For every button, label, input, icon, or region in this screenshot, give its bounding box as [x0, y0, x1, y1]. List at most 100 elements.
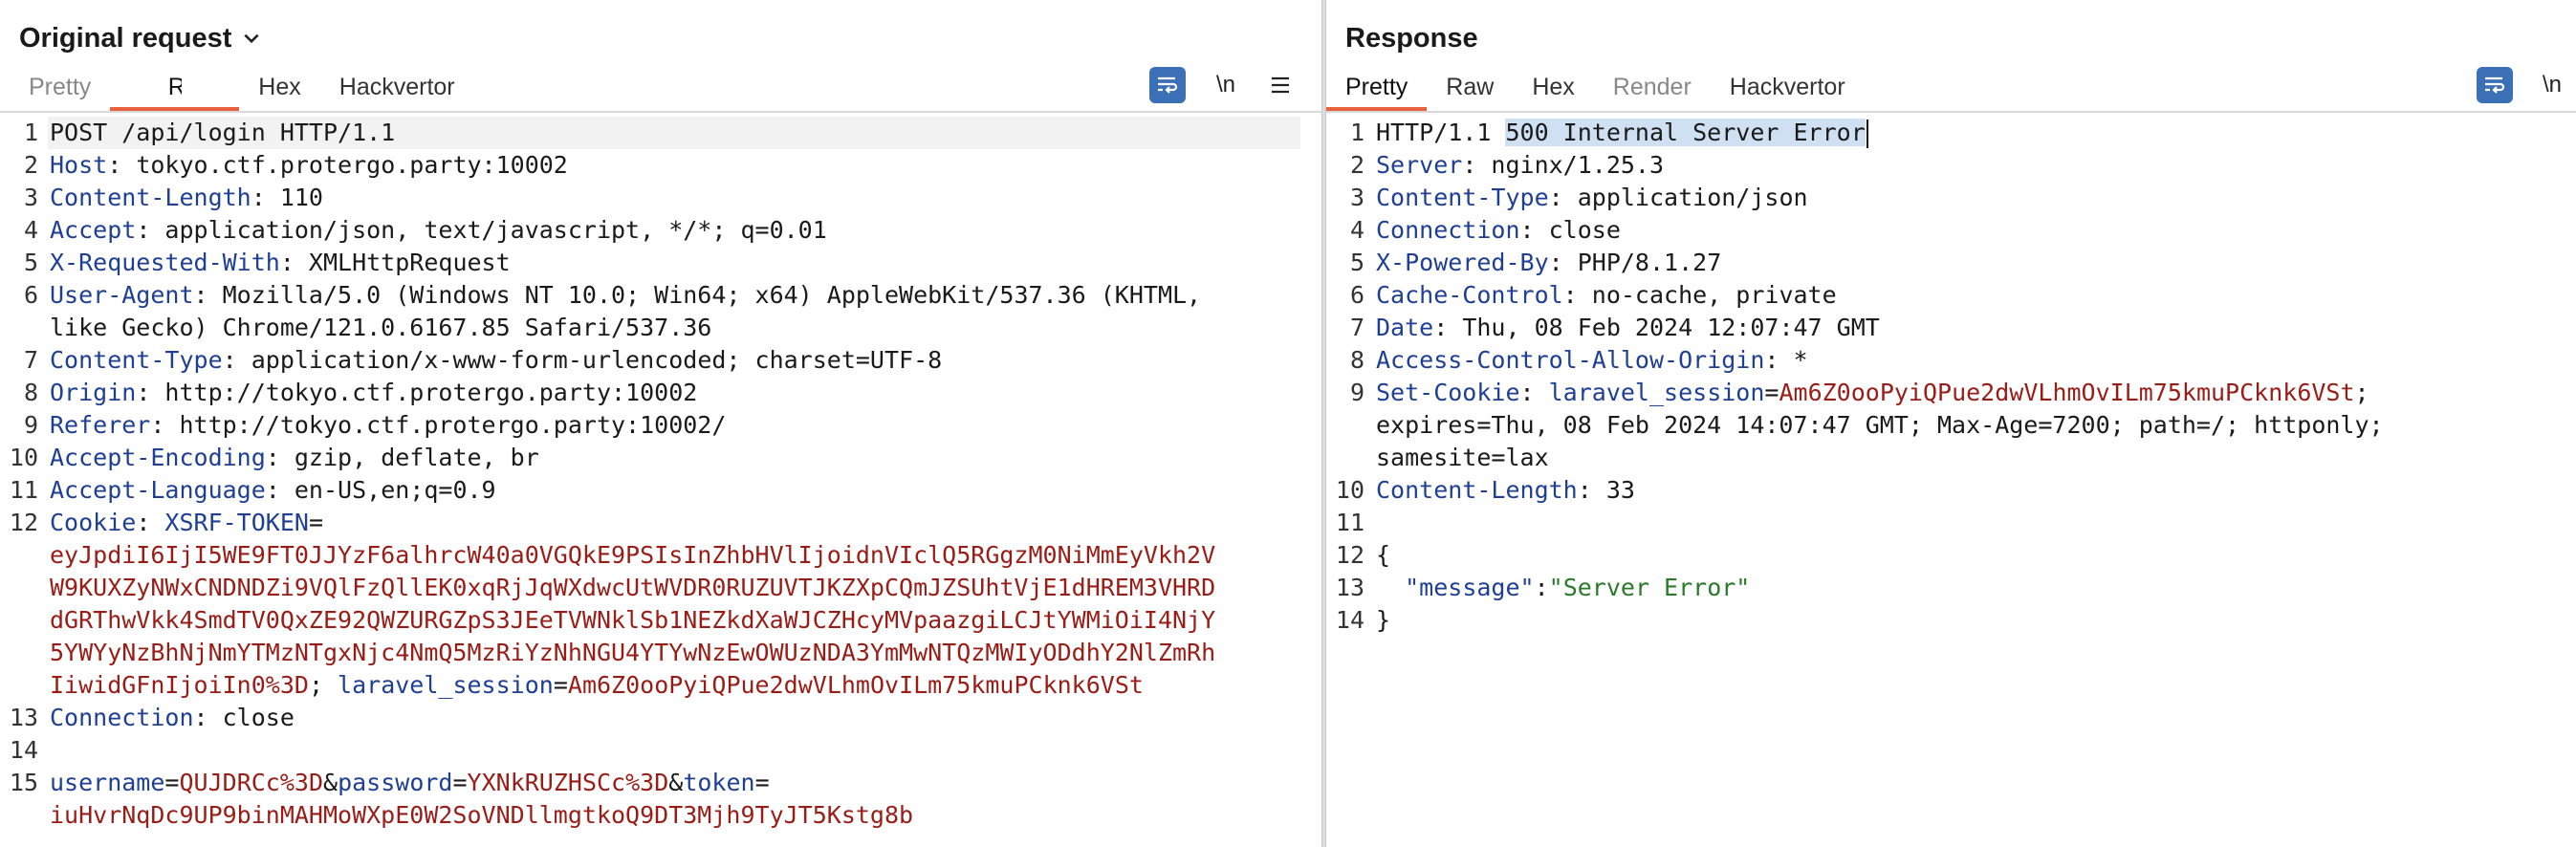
- code-line[interactable]: iuHvrNqDc9UP9binMAHMoWXpE0W2SoVNDllmgtko…: [0, 799, 1321, 832]
- request-title[interactable]: Original request: [19, 19, 262, 57]
- tab-render[interactable]: Render: [1594, 63, 1711, 111]
- token-text: ;: [308, 671, 338, 699]
- token-text: :: [1519, 379, 1549, 406]
- show-newlines-button[interactable]: \n: [2533, 67, 2571, 103]
- code-line[interactable]: 4 Connection: close: [1326, 214, 2576, 247]
- token-key: Connection: [50, 704, 194, 731]
- code-line[interactable]: 10 Accept-Encoding: gzip, deflate, br: [0, 442, 1321, 474]
- token-value: Am6Z0ooPyiQPue2dwVLhmOvILm75kmuPCknk6VSt: [1779, 379, 2355, 406]
- line-number: 14: [1335, 606, 1364, 634]
- tab-hackvertor[interactable]: Hackvertor: [320, 63, 474, 111]
- code-line[interactable]: 15 username=QUJDRCc%3D&password=YXNkRUZHS…: [0, 767, 1321, 799]
- code-line[interactable]: 6 Cache-Control: no-cache, private: [1326, 279, 2576, 312]
- code-line[interactable]: 11 Accept-Language: en-US,en;q=0.9: [0, 474, 1321, 507]
- response-title: Response: [1345, 22, 1478, 54]
- line-content: Cache-Control: no-cache, private: [1376, 279, 1837, 312]
- line-content: iuHvrNqDc9UP9binMAHMoWXpE0W2SoVNDllmgtko…: [50, 799, 913, 832]
- tab-hex[interactable]: Hex: [239, 63, 319, 111]
- code-line[interactable]: 12 Cookie: XSRF-TOKEN=: [0, 507, 1321, 539]
- code-line[interactable]: W9KUXZyNWxCNDNDZi9VQlFzQllEK0xqRjJqWXdwc…: [0, 572, 1321, 604]
- tab-hex[interactable]: Hex: [1513, 63, 1593, 111]
- token-text: &: [668, 769, 684, 796]
- code-line[interactable]: 2 Host: tokyo.ctf.protergo.party:10002: [0, 149, 1321, 182]
- line-content: Set-Cookie: laravel_session=Am6Z0ooPyiQP…: [1376, 377, 2369, 409]
- code-line[interactable]: 8 Access-Control-Allow-Origin: *: [1326, 344, 2576, 377]
- token-key: Access-Control-Allow-Origin: [1376, 346, 1765, 374]
- token-value: eyJpdiI6IjI5WE9FT0JJYzF6alhrcW40a0VGQkE9…: [50, 541, 1216, 569]
- show-newlines-button[interactable]: \n: [1207, 67, 1245, 103]
- token-key: X-Powered-By: [1376, 249, 1549, 276]
- code-line[interactable]: 4 Accept: application/json, text/javascri…: [0, 214, 1321, 247]
- code-line[interactable]: 9 Referer: http://tokyo.ctf.protergo.part…: [0, 409, 1321, 442]
- tab-pretty[interactable]: Pretty: [1326, 63, 1428, 111]
- tab-pretty[interactable]: Pretty: [10, 63, 110, 111]
- line-content: Host: tokyo.ctf.protergo.party:10002: [50, 149, 568, 182]
- code-line[interactable]: 7 Content-Type: application/x-www-form-ur…: [0, 344, 1321, 377]
- code-line[interactable]: 10 Content-Length: 33: [1326, 474, 2576, 507]
- token-key: User-Agent: [50, 281, 194, 309]
- code-line[interactable]: 3 Content-Length: 110: [0, 182, 1321, 214]
- token-text: : gzip, deflate, br: [265, 444, 539, 471]
- response-pane: Response Pretty Raw Hex Render Hackverto…: [1326, 0, 2576, 847]
- code-line[interactable]: IiwidGFnIjoiIn0%3D; laravel_session=Am6Z…: [0, 669, 1321, 702]
- code-line[interactable]: like Gecko) Chrome/121.0.6167.85 Safari/…: [0, 312, 1321, 344]
- line-number: 15: [9, 769, 38, 796]
- code-line[interactable]: 8 Origin: http://tokyo.ctf.protergo.party…: [0, 377, 1321, 409]
- code-line[interactable]: 5YWYyNzBhNjNmYTMzNTgxNjc4NmQ5MzRiYzNhNGU…: [0, 637, 1321, 669]
- code-line[interactable]: 2 Server: nginx/1.25.3: [1326, 149, 2576, 182]
- line-content: Content-Type: application/x-www-form-url…: [50, 344, 942, 377]
- token-key: Referer: [50, 411, 151, 439]
- code-line[interactable]: 1 HTTP/1.1 500 Internal Server Error: [1326, 117, 2576, 149]
- token-text: like Gecko) Chrome/121.0.6167.85 Safari/…: [50, 314, 712, 341]
- line-number: 3: [1349, 184, 1364, 211]
- response-editor[interactable]: 1 HTTP/1.1 500 Internal Server Error 2 Serv…: [1326, 117, 2576, 847]
- line-content: Content-Type: application/json: [1376, 182, 1808, 214]
- line-content: {: [1376, 539, 1390, 572]
- token-key: Content-Length: [50, 184, 251, 211]
- code-line[interactable]: 5 X-Powered-By: PHP/8.1.27: [1326, 247, 2576, 279]
- code-line[interactable]: 7 Date: Thu, 08 Feb 2024 12:07:47 GMT: [1326, 312, 2576, 344]
- code-line[interactable]: eyJpdiI6IjI5WE9FT0JJYzF6alhrcW40a0VGQkE9…: [0, 539, 1321, 572]
- code-line[interactable]: 12 {: [1326, 539, 2576, 572]
- line-content: samesite=lax: [1376, 442, 1549, 474]
- chevron-down-icon[interactable]: [241, 28, 262, 49]
- tab-raw[interactable]: Raw: [1427, 63, 1513, 111]
- token-text: : XMLHttpRequest: [279, 249, 511, 276]
- code-line[interactable]: 5 X-Requested-With: XMLHttpRequest: [0, 247, 1321, 279]
- code-line[interactable]: 3 Content-Type: application/json: [1326, 182, 2576, 214]
- request-title-label: Original request: [19, 22, 232, 54]
- line-number: 4: [23, 216, 38, 244]
- token-text: =: [754, 769, 770, 796]
- line-number: 13: [1335, 574, 1364, 601]
- code-line[interactable]: 6 User-Agent: Mozilla/5.0 (Windows NT 10.…: [0, 279, 1321, 312]
- request-editor[interactable]: 1 POST /api/login HTTP/1.1 2 Host: tokyo.ct…: [0, 117, 1321, 847]
- token-text: :: [1534, 574, 1549, 601]
- line-content: Accept: application/json, text/javascrip…: [50, 214, 827, 247]
- menu-button[interactable]: [1264, 67, 1297, 103]
- tab-raw[interactable]: Raw: [110, 63, 240, 111]
- line-content: HTTP/1.1 500 Internal Server Error: [1376, 117, 1868, 149]
- code-line[interactable]: 14}: [1326, 604, 2576, 637]
- wrap-lines-button[interactable]: [2477, 67, 2513, 103]
- code-line[interactable]: samesite=lax: [1326, 442, 2576, 474]
- line-number: 2: [1349, 151, 1364, 179]
- code-line[interactable]: expires=Thu, 08 Feb 2024 14:07:47 GMT; M…: [1326, 409, 2576, 442]
- line-number: 10: [1335, 476, 1364, 504]
- code-line[interactable]: 13 Connection: close: [0, 702, 1321, 734]
- token-key: Date: [1376, 314, 1434, 341]
- code-line[interactable]: 1 POST /api/login HTTP/1.1: [0, 117, 1321, 149]
- line-number: 1: [23, 119, 38, 146]
- code-line[interactable]: 13 "message":"Server Error": [1326, 572, 2576, 604]
- line-content: dGRThwVkk4SmdTV0QxZE92QWZURGZpS3JEeTVWNk…: [50, 604, 1215, 637]
- code-line[interactable]: 9 Set-Cookie: laravel_session=Am6Z0ooPyiQ…: [1326, 377, 2576, 409]
- token-key: X-Requested-With: [50, 249, 280, 276]
- code-line[interactable]: dGRThwVkk4SmdTV0QxZE92QWZURGZpS3JEeTVWNk…: [0, 604, 1321, 637]
- tab-hackvertor[interactable]: Hackvertor: [1711, 63, 1865, 111]
- line-content: Connection: close: [1376, 214, 1621, 247]
- code-line[interactable]: 14: [0, 734, 1321, 767]
- line-content: POST /api/login HTTP/1.1: [50, 117, 395, 149]
- code-line[interactable]: 11: [1326, 507, 2576, 539]
- token-key: token: [683, 769, 755, 796]
- token-key: XSRF-TOKEN: [164, 509, 309, 536]
- wrap-lines-button[interactable]: [1149, 67, 1186, 103]
